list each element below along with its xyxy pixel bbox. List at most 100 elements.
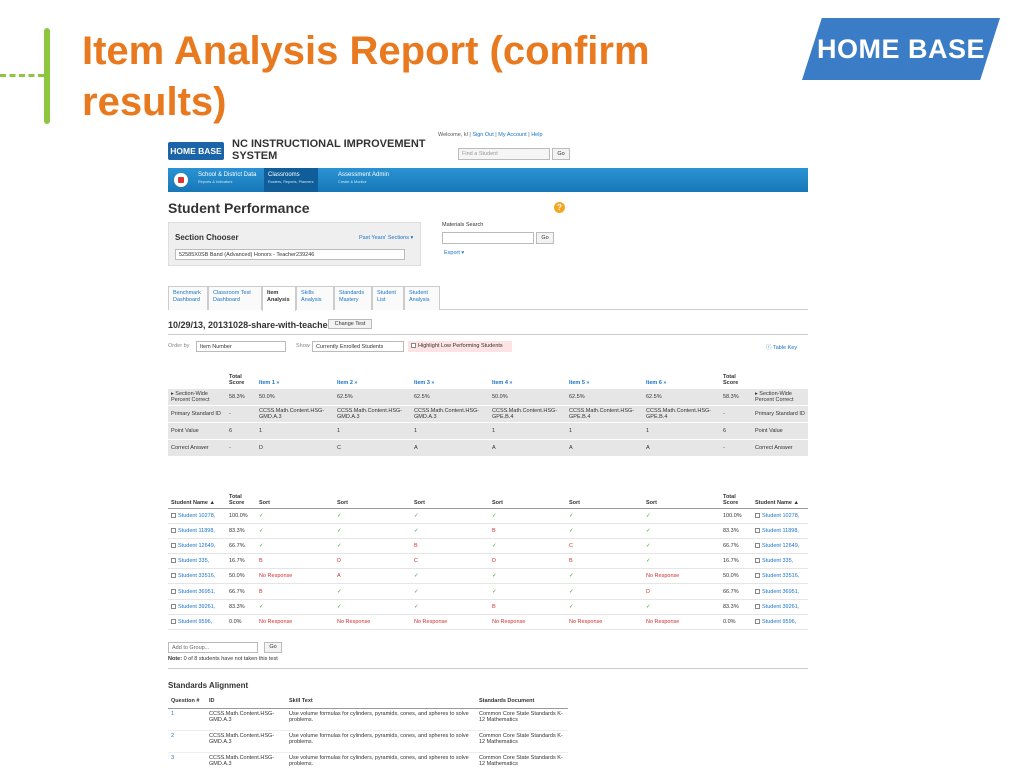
change-test-button[interactable]: Change Test <box>328 319 372 329</box>
app-logo[interactable]: HOME BASE <box>168 142 224 160</box>
checkbox[interactable] <box>755 603 760 609</box>
checkbox[interactable] <box>171 558 176 564</box>
past-sections-link[interactable]: Past Years' Sections ▾ <box>359 235 413 241</box>
checkbox[interactable] <box>171 527 176 533</box>
student-name-label[interactable]: Student 12649, <box>762 543 799 549</box>
student-name[interactable]: Student 335, <box>168 553 226 570</box>
student-name[interactable]: Student 33516, <box>168 568 226 585</box>
tab-skills-analysis[interactable]: Skills Analysis <box>296 286 334 310</box>
student-name[interactable]: Student 9596, <box>752 614 808 631</box>
sign-out-link[interactable]: Sign Out <box>472 132 493 138</box>
tab-item-analysis[interactable]: Item Analysis <box>262 286 296 311</box>
summary-cell: D <box>259 444 263 451</box>
checkbox[interactable] <box>171 573 176 579</box>
table-key-link[interactable]: ⓘ Table Key <box>766 343 797 351</box>
student-name[interactable]: Student 39261, <box>752 599 808 615</box>
student-name[interactable]: Student 12649, <box>752 538 808 555</box>
column-header[interactable]: Sort <box>643 486 720 509</box>
standard-cell: Use volume formulas for cylinders, pyram… <box>286 730 476 753</box>
column-header[interactable]: Item 5 » <box>566 366 643 388</box>
checkbox[interactable] <box>171 603 176 609</box>
student-name[interactable]: Student 9596, <box>168 614 226 631</box>
question-link[interactable]: 1 <box>168 708 206 731</box>
tab-classroom-test-dashboard[interactable]: Classroom Test Dashboard <box>208 286 262 310</box>
nav-school-district-data[interactable]: School & District Data Reports & Indicato… <box>198 172 256 186</box>
column-header[interactable]: Total Score <box>226 486 256 509</box>
column-header[interactable]: Item 1 » <box>256 366 334 388</box>
decorative-bracket <box>44 28 50 124</box>
question-link[interactable]: 2 <box>168 730 206 753</box>
checkbox[interactable] <box>755 558 760 564</box>
column-header[interactable]: Sort <box>411 486 489 509</box>
help-icon[interactable]: ? <box>554 202 565 213</box>
column-header[interactable]: Student Name ▲ <box>168 486 226 509</box>
student-name-label[interactable]: Student 335, <box>762 558 793 564</box>
highlight-low-performing[interactable]: Highlight Low Performing Students <box>408 341 512 352</box>
column-header[interactable]: Student Name ▲ <box>752 486 808 509</box>
student-name[interactable]: Student 11898, <box>168 523 226 539</box>
student-name-label[interactable]: Student 335, <box>178 558 209 564</box>
checkbox[interactable] <box>171 543 176 549</box>
checkbox[interactable] <box>171 618 176 624</box>
student-name[interactable]: Student 33516, <box>752 568 808 585</box>
checkbox[interactable] <box>755 618 760 624</box>
column-header[interactable]: Sort <box>566 486 643 509</box>
student-name-label[interactable]: Student 39261, <box>762 604 799 610</box>
tab-standards-mastery[interactable]: Standards Mastery <box>334 286 372 310</box>
question-link[interactable]: 3 <box>168 752 206 768</box>
tab-student-analysis[interactable]: Student Analysis <box>404 286 440 310</box>
student-name-label[interactable]: Student 9596, <box>178 619 212 625</box>
column-header[interactable]: Total Score <box>720 486 752 509</box>
student-name-label[interactable]: Student 12649, <box>178 543 215 549</box>
student-name-label[interactable]: Student 11898, <box>762 528 799 534</box>
help-link[interactable]: Help <box>531 132 542 138</box>
student-name-label[interactable]: Student 11898, <box>178 528 215 534</box>
checkbox[interactable] <box>755 512 760 518</box>
student-name[interactable]: Student 10278, <box>168 508 226 524</box>
student-name[interactable]: Student 335, <box>752 553 808 570</box>
add-to-group-select[interactable]: Add to Group... <box>168 642 258 653</box>
show-select[interactable]: Currently Enrolled Students <box>312 341 404 352</box>
column-header[interactable]: Item 4 » <box>489 366 566 388</box>
student-name-label[interactable]: Student 9596, <box>762 619 796 625</box>
checkbox[interactable] <box>755 588 760 594</box>
column-header[interactable]: Item 3 » <box>411 366 489 388</box>
student-name-label[interactable]: Student 33516, <box>178 573 215 579</box>
column-header[interactable]: Item 2 » <box>334 366 411 388</box>
materials-go-button[interactable]: Go <box>536 232 554 244</box>
nav-assessment-admin[interactable]: Assessment Admin Create & Monitor <box>338 172 389 186</box>
student-name-label[interactable]: Student 33516, <box>762 573 799 579</box>
section-select[interactable]: 52585X0SB Band (Advanced) Honors - Teach… <box>175 249 405 260</box>
student-name-label[interactable]: Student 10278, <box>178 513 215 519</box>
checkbox[interactable] <box>755 543 760 549</box>
tab-student-list[interactable]: Student List <box>372 286 404 310</box>
checkbox[interactable] <box>755 527 760 533</box>
my-account-link[interactable]: My Account <box>498 132 526 138</box>
column-header[interactable]: Item 6 » <box>643 366 720 388</box>
find-student-input[interactable]: Find a Student <box>458 148 550 160</box>
student-name[interactable]: Student 36951, <box>752 583 808 600</box>
order-by-select[interactable]: Item Number <box>196 341 286 352</box>
export-link[interactable]: Export ▾ <box>444 250 464 256</box>
student-name[interactable]: Student 10278, <box>752 508 808 524</box>
student-name-label[interactable]: Student 36951, <box>762 589 799 595</box>
checkbox[interactable] <box>755 573 760 579</box>
column-header[interactable]: Sort <box>489 486 566 509</box>
student-name[interactable]: Student 39261, <box>168 599 226 615</box>
add-to-group-go-button[interactable]: Go <box>264 642 282 653</box>
student-name[interactable]: Student 36951, <box>168 583 226 600</box>
tab-benchmark-dashboard[interactable]: Benchmark Dashboard <box>168 286 208 310</box>
column-header[interactable]: Sort <box>256 486 334 509</box>
home-icon[interactable] <box>174 173 188 187</box>
student-name-label[interactable]: Student 10278, <box>762 513 799 519</box>
find-go-button[interactable]: Go <box>552 148 570 160</box>
nav-classrooms[interactable]: Classrooms Rosters, Reports, Planners <box>264 168 318 192</box>
column-header[interactable]: Sort <box>334 486 411 509</box>
student-name[interactable]: Student 12649, <box>168 538 226 555</box>
checkbox[interactable] <box>171 588 176 594</box>
student-name-label[interactable]: Student 36951, <box>178 589 215 595</box>
materials-search-input[interactable] <box>442 232 534 244</box>
checkbox[interactable] <box>171 512 176 518</box>
student-name-label[interactable]: Student 39261, <box>178 604 215 610</box>
student-name[interactable]: Student 11898, <box>752 523 808 539</box>
